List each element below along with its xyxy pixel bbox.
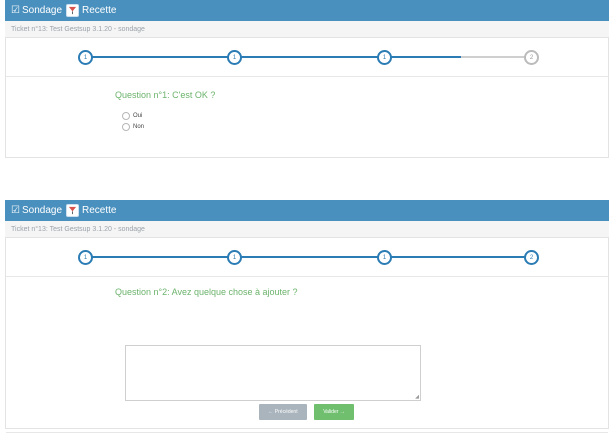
previous-button[interactable]: ← Précédent (259, 404, 307, 420)
ticket-bar: Ticket n°13: Test Gestsup 3.1.20 - sonda… (5, 21, 609, 38)
step-circle: 1 (78, 250, 93, 265)
app-header: ☑ Sondage Recette (5, 200, 609, 221)
survey-body: 1 1 1 2 Question n°2: Avez quelque chose… (5, 238, 609, 433)
check-square-icon: ☑ (11, 205, 20, 216)
arrow-right-icon: → (338, 409, 345, 415)
step-circle: 1 (78, 50, 93, 65)
check-square-icon: ☑ (11, 5, 20, 16)
previous-label: Précédent (274, 409, 298, 415)
option-label: Non (133, 124, 145, 130)
step-progress: 1 1 1 2 (6, 38, 608, 76)
step-circle: 1 (377, 50, 392, 65)
step-line (240, 256, 383, 258)
step-progress: 1 1 1 2 (6, 238, 608, 276)
step-line (86, 256, 232, 258)
app-title: Sondage (21, 205, 63, 216)
step-line (86, 56, 232, 58)
option-non[interactable]: Non (122, 123, 144, 131)
divider (6, 276, 608, 277)
radio-oui[interactable] (122, 112, 130, 120)
survey-panel-1: ☑ Sondage Recette Ticket n°13: Test Gest… (5, 0, 609, 158)
question-title: Question n°2: Avez quelque chose à ajout… (115, 287, 298, 297)
app-title: Sondage (21, 5, 63, 16)
resize-grip-icon[interactable]: ◢ (415, 394, 419, 400)
ticket-title: Ticket n°13: Test Gestsup 3.1.20 - sonda… (11, 225, 145, 233)
divider (6, 76, 608, 77)
ticket-title: Ticket n°13: Test Gestsup 3.1.20 - sonda… (11, 25, 145, 33)
option-label: Oui (133, 113, 143, 119)
answer-textarea[interactable]: ◢ (125, 345, 421, 401)
cocktail-icon (66, 204, 80, 217)
step-line-pending (461, 56, 527, 58)
question-title: Question n°1: C'est OK ? (115, 90, 216, 100)
option-oui[interactable]: Oui (122, 112, 142, 120)
cocktail-icon (66, 4, 80, 17)
survey-panel-2: ☑ Sondage Recette Ticket n°13: Test Gest… (5, 200, 609, 433)
radio-non[interactable] (122, 123, 130, 131)
validate-button[interactable]: Valider → (314, 404, 354, 420)
step-circle: 2 (524, 50, 539, 65)
app-name: Recette (82, 205, 117, 216)
survey-body: 1 1 1 2 Question n°1: C'est OK ? Oui Non (5, 38, 609, 158)
step-circle: 1 (377, 250, 392, 265)
validate-label: Valider (323, 409, 339, 415)
step-line (391, 56, 461, 58)
ticket-bar: Ticket n°13: Test Gestsup 3.1.20 - sonda… (5, 221, 609, 238)
step-line (240, 56, 383, 58)
app-header: ☑ Sondage Recette (5, 0, 609, 21)
step-circle: 1 (227, 50, 242, 65)
step-circle: 1 (227, 250, 242, 265)
app-name: Recette (82, 5, 117, 16)
step-circle: 2 (524, 250, 539, 265)
step-line (391, 256, 529, 258)
